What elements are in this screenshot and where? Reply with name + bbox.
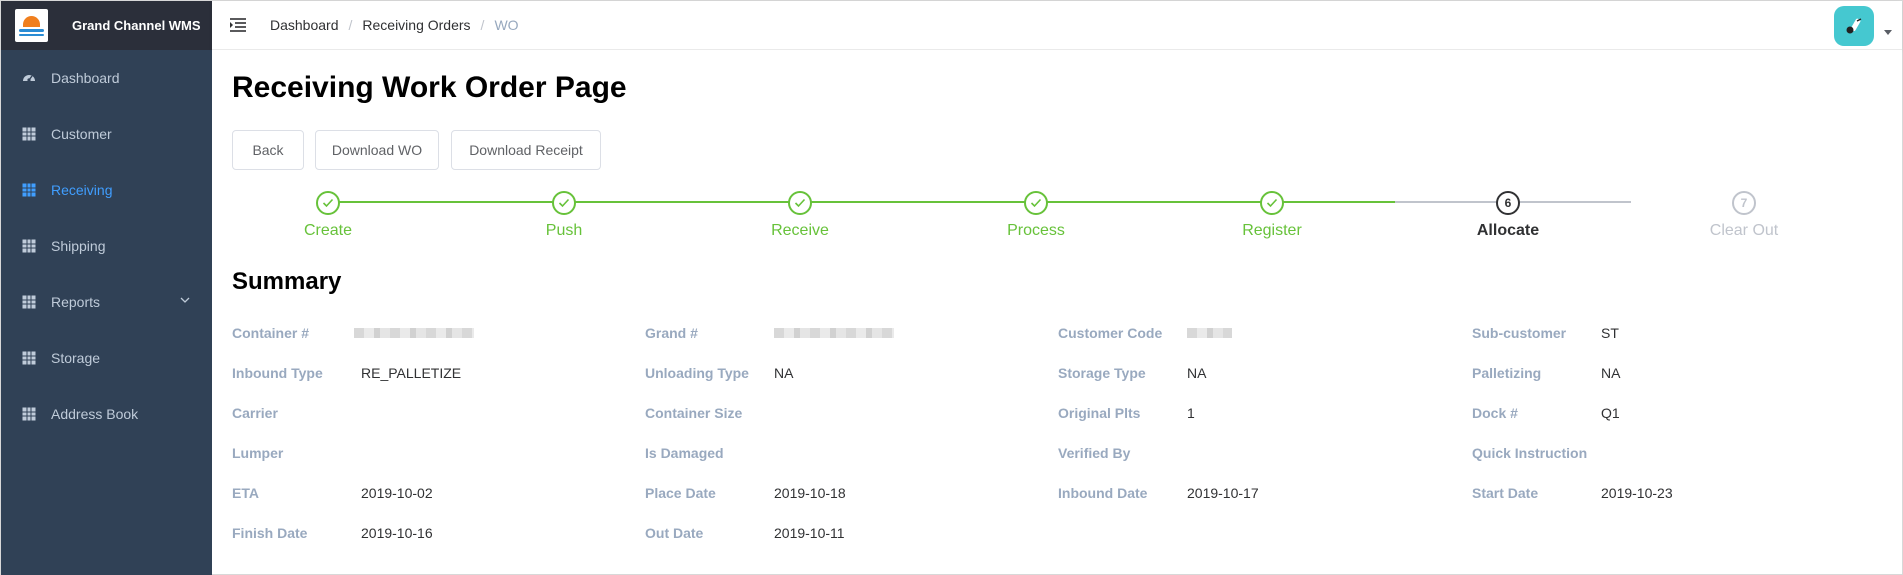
field-value-palletizing: NA xyxy=(1601,365,1621,381)
step-1-label: Create xyxy=(303,222,353,239)
sidebar-item-storage[interactable]: Storage xyxy=(1,330,212,386)
field-label-sub-customer: Sub-customer xyxy=(1472,325,1567,341)
field-value-dock-no: Q1 xyxy=(1601,405,1620,421)
table-icon xyxy=(22,351,36,365)
step-line-complete xyxy=(339,201,1395,203)
field-value-sub-customer: ST xyxy=(1601,325,1619,341)
field-label-place-date: Place Date xyxy=(645,485,716,501)
sidebar-menu: Dashboard Customer Receiving Shipping Re… xyxy=(1,50,212,442)
app-window: Grand Channel WMS Dashboard Customer Rec… xyxy=(0,0,1903,575)
brand[interactable]: Grand Channel WMS xyxy=(1,1,212,50)
field-label-unloading-type: Unloading Type xyxy=(645,365,749,381)
step-5-icon xyxy=(1260,191,1284,215)
field-value-original-plts: 1 xyxy=(1187,405,1195,421)
step-5-label: Register xyxy=(1242,222,1302,239)
redacted-value xyxy=(1187,328,1232,338)
table-icon xyxy=(22,127,36,141)
field-value-inbound-type: RE_PALLETIZE xyxy=(361,365,462,381)
sidebar-item-label: Address Book xyxy=(51,406,139,422)
field-label-grand-no: Grand # xyxy=(645,325,698,341)
user-avatar-icon xyxy=(1846,18,1862,34)
field-label-eta: ETA xyxy=(232,485,259,501)
field-label-palletizing: Palletizing xyxy=(1472,365,1542,381)
sidebar-item-shipping[interactable]: Shipping xyxy=(1,218,212,274)
breadcrumb-separator: / xyxy=(348,17,353,33)
field-label-dock-no: Dock # xyxy=(1472,405,1518,421)
field-label-carrier: Carrier xyxy=(232,405,278,421)
table-icon xyxy=(22,295,36,309)
field-value-finish-date: 2019-10-16 xyxy=(361,525,433,541)
sidebar-item-label: Storage xyxy=(51,350,101,366)
breadcrumb-item-wo: WO xyxy=(494,17,519,33)
step-6-label: Allocate xyxy=(1476,222,1540,239)
sidebar-item-label: Dashboard xyxy=(51,70,120,86)
field-label-inbound-date: Inbound Date xyxy=(1058,485,1148,501)
field-value-start-date: 2019-10-23 xyxy=(1601,485,1673,501)
field-label-quick-instruction: Quick Instruction xyxy=(1472,445,1588,461)
logo-icon xyxy=(15,9,48,42)
field-label-is-damaged: Is Damaged xyxy=(645,445,724,461)
table-icon xyxy=(22,239,36,253)
field-value-unloading-type: NA xyxy=(774,365,794,381)
field-label-verified-by: Verified By xyxy=(1058,445,1131,461)
dashboard-icon xyxy=(23,75,35,82)
back-button[interactable]: Back xyxy=(232,130,304,170)
download-wo-button[interactable]: Download WO xyxy=(315,130,439,170)
breadcrumb-item-receiving-orders[interactable]: Receiving Orders xyxy=(362,17,470,33)
sidebar-item-dashboard[interactable]: Dashboard xyxy=(1,50,212,106)
table-icon xyxy=(22,407,36,421)
sidebar-item-receiving[interactable]: Receiving xyxy=(1,162,212,218)
step-4-icon xyxy=(1024,191,1048,215)
field-label-container-no: Container # xyxy=(232,325,310,341)
hamburger-icon[interactable] xyxy=(229,16,247,34)
table-icon xyxy=(22,183,36,197)
step-2-label: Push xyxy=(545,222,583,239)
field-value-place-date: 2019-10-18 xyxy=(774,485,846,501)
step-3-label: Receive xyxy=(771,222,829,239)
breadcrumb-item-dashboard[interactable]: Dashboard xyxy=(270,17,339,33)
navbar: Dashboard / Receiving Orders / WO xyxy=(212,1,1902,50)
breadcrumb: Dashboard / Receiving Orders / WO xyxy=(270,17,519,33)
field-value-eta: 2019-10-02 xyxy=(361,485,433,501)
sidebar-item-label: Shipping xyxy=(51,238,106,254)
field-label-customer-code: Customer Code xyxy=(1058,325,1163,341)
sidebar-item-customer[interactable]: Customer xyxy=(1,106,212,162)
field-label-start-date: Start Date xyxy=(1472,485,1539,501)
brand-title: Grand Channel WMS xyxy=(72,18,201,33)
step-3-icon xyxy=(788,191,812,215)
sidebar-item-reports[interactable]: Reports xyxy=(1,274,212,330)
avatar-caret-icon[interactable] xyxy=(1884,30,1892,35)
field-label-inbound-type: Inbound Type xyxy=(232,365,323,381)
redacted-value xyxy=(774,328,894,338)
field-value-out-date: 2019-10-11 xyxy=(774,525,845,541)
field-label-storage-type: Storage Type xyxy=(1058,365,1146,381)
field-label-original-plts: Original Plts xyxy=(1058,405,1141,421)
field-label-out-date: Out Date xyxy=(645,525,704,541)
page-title: Receiving Work Order Page xyxy=(232,71,627,104)
redacted-value xyxy=(354,328,474,338)
step-1-icon xyxy=(316,191,340,215)
main-content: Receiving Work Order Page Back Download … xyxy=(212,50,1902,570)
sidebar-item-label: Receiving xyxy=(51,182,113,198)
field-value-storage-type: NA xyxy=(1187,365,1207,381)
sidebar-item-label: Customer xyxy=(51,126,112,142)
sidebar-item-label: Reports xyxy=(51,294,101,310)
step-4-label: Process xyxy=(1007,222,1065,239)
summary-title: Summary xyxy=(232,268,342,295)
field-label-finish-date: Finish Date xyxy=(232,525,308,541)
step-7-icon: 7 xyxy=(1732,191,1756,215)
breadcrumb-separator: / xyxy=(480,17,485,33)
field-label-lumper: Lumper xyxy=(232,445,284,461)
step-7-label: Clear Out xyxy=(1709,222,1779,239)
sidebar-item-address-book[interactable]: Address Book xyxy=(1,386,212,442)
step-6-icon: 6 xyxy=(1496,191,1520,215)
sidebar: Grand Channel WMS Dashboard Customer Rec… xyxy=(1,1,212,575)
download-receipt-button[interactable]: Download Receipt xyxy=(451,130,601,170)
field-value-inbound-date: 2019-10-17 xyxy=(1187,485,1259,501)
step-2-icon xyxy=(552,191,576,215)
avatar[interactable] xyxy=(1834,6,1874,46)
field-label-container-size: Container Size xyxy=(645,405,743,421)
chevron-down-icon[interactable] xyxy=(180,296,190,304)
